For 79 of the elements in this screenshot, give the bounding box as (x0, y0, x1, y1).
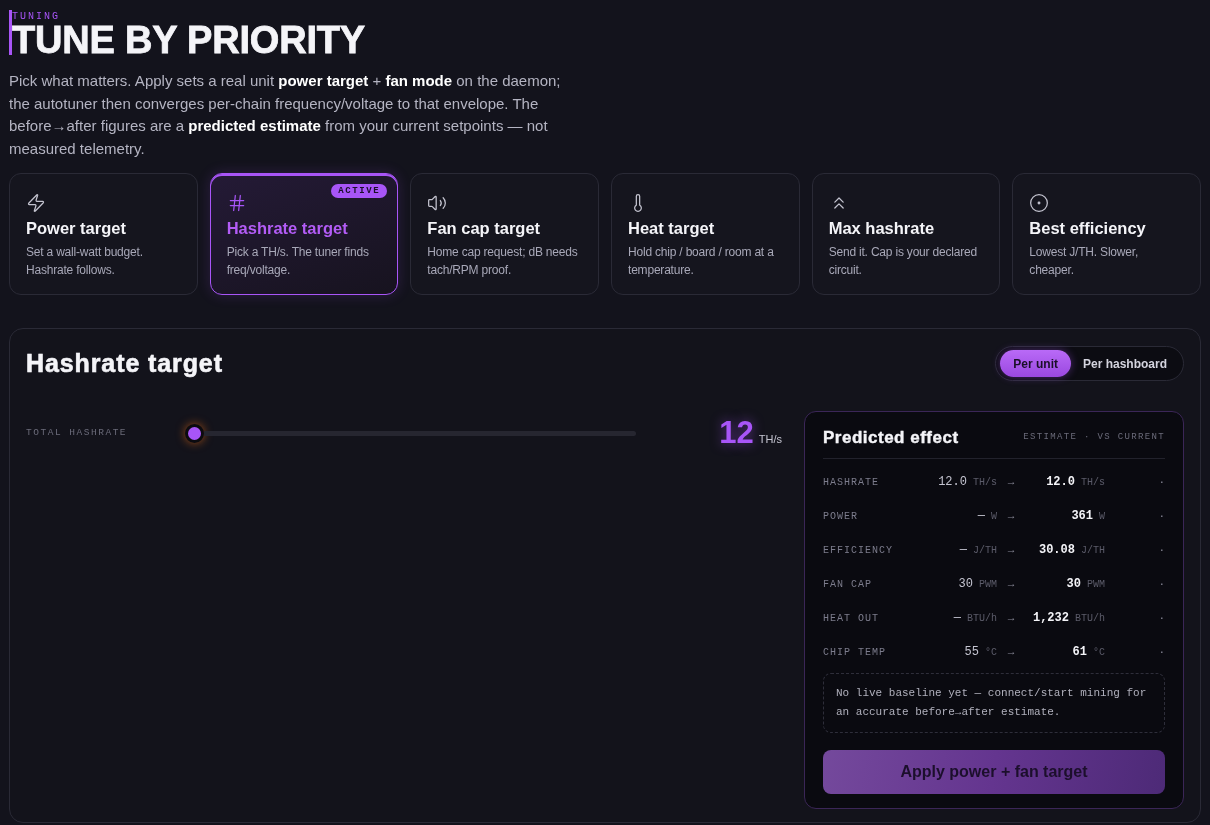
before-value: — (959, 542, 967, 559)
transition-arrow: → (1007, 576, 1015, 592)
speaker-icon (427, 193, 448, 213)
before-unit: BTU/h (967, 612, 997, 626)
slider-label: TOTAL HASHRATE (26, 425, 129, 440)
section-eyebrow: TUNING (12, 12, 61, 22)
before-unit: PWM (979, 578, 997, 592)
mode-description: Pick a TH/s. The tuner finds freq/voltage. (226, 244, 370, 279)
mode-card[interactable]: Fan cap target Home cap request; dB needs tach/RPM proof. (410, 173, 599, 295)
accent-bar (9, 10, 12, 55)
unit-label: TH/s (758, 432, 782, 447)
after-unit: J/TH (1081, 544, 1105, 558)
after-unit: BTU/h (1075, 612, 1105, 626)
after-value: 30.08 (1038, 542, 1075, 559)
before-value: 30 (958, 576, 973, 593)
mode-card[interactable]: Power target Set a wall-watt budget. Hashrate follows. (9, 173, 198, 295)
after-unit: W (1099, 510, 1105, 524)
slider-thumb[interactable] (185, 423, 204, 443)
metric-label: CHIP TEMP (823, 645, 887, 660)
change-marker: · (1158, 508, 1165, 524)
after-unit: °C (1093, 646, 1105, 660)
change-marker: · (1158, 610, 1165, 626)
after-value: 61 (1072, 644, 1087, 661)
mode-description: Set a wall-watt budget. Hashrate follows. (26, 244, 144, 279)
mode-description: Home cap request; dB needs tach/RPM proof. (427, 244, 579, 279)
change-marker: · (1158, 542, 1165, 558)
segment-button[interactable]: Per hashboard (1070, 350, 1179, 377)
before-value: — (977, 508, 985, 525)
active-badge: ACTIVE (331, 184, 388, 198)
before-value: 55 (964, 644, 979, 661)
panel-title: Hashrate target (26, 347, 223, 379)
transition-arrow: → (1007, 610, 1015, 626)
after-value: 1,232 (1032, 610, 1069, 627)
metric-label: FAN CAP (823, 577, 873, 592)
mode-title: Fan cap target (427, 218, 541, 238)
mode-description: Send it. Cap is your declared circuit. (828, 244, 978, 279)
mode-description: Lowest J/TH. Slower, cheaper. (1029, 244, 1140, 279)
mode-card[interactable]: Heat target Hold chip / board / room at a temperature. (611, 173, 800, 295)
page-title: TUNE BY PRIORITY (12, 22, 365, 58)
mode-card[interactable]: Max hashrate Send it. Cap is your declared circuit. (811, 173, 1001, 295)
slider-track[interactable] (204, 430, 636, 436)
transition-arrow: → (1007, 474, 1015, 490)
metric-label: HASHRATE (823, 475, 880, 490)
baseline-note: No live baseline yet — connect/start mining for an accurate before→after estimate. (823, 673, 1165, 733)
circle-dot-icon (1029, 193, 1050, 213)
before-unit: W (991, 510, 997, 524)
before-unit: °C (985, 646, 997, 660)
mode-title: Best efficiency (1029, 218, 1146, 238)
intro-paragraph: Pick what matters. Apply sets a real unit power target + fan mode on the daemon; the autotuner then converges per-chain frequency/voltage to that envelope. The before→after figures are a predicted estimate from your current setpoints — not measured telemetry. (9, 71, 562, 159)
change-marker: · (1158, 644, 1165, 660)
mode-card[interactable]: ACTIVE Hashrate target Pick a TH/s. The tuner finds freq/voltage. (209, 173, 399, 295)
card-title: Predicted effect (823, 427, 959, 449)
after-unit: TH/s (1081, 476, 1105, 490)
mode-title: Power target (26, 218, 126, 238)
metric-label: POWER (823, 509, 859, 524)
hashrate-value: 12 (719, 418, 754, 448)
lightning-icon (26, 193, 46, 213)
after-value: 361 (1071, 508, 1093, 525)
transition-arrow: → (1007, 644, 1015, 660)
after-unit: PWM (1087, 578, 1105, 592)
transition-arrow: → (1007, 508, 1015, 524)
mode-title: Hashrate target (226, 218, 348, 238)
change-marker: · (1158, 576, 1165, 592)
mode-title: Heat target (628, 218, 715, 238)
metric-label: HEAT OUT (823, 611, 880, 626)
after-value: 30 (1066, 576, 1081, 593)
mode-description: Hold chip / board / room at a temperature. (628, 244, 775, 279)
mode-title: Max hashrate (828, 218, 935, 238)
card-subtitle: ESTIMATE · VS CURRENT (1023, 431, 1165, 445)
before-unit: J/TH (973, 544, 997, 558)
transition-arrow: → (1007, 542, 1015, 558)
before-unit: TH/s (973, 476, 997, 490)
after-value: 12.0 (1046, 474, 1075, 491)
metric-label: EFFICIENCY (823, 543, 894, 558)
segment-button[interactable]: Per unit (1000, 350, 1071, 377)
before-value: 12.0 (938, 474, 967, 491)
mode-card[interactable]: Best efficiency Lowest J/TH. Slower, cheaper. (1012, 173, 1201, 295)
before-value: — (953, 610, 961, 627)
change-marker: · (1158, 474, 1165, 490)
